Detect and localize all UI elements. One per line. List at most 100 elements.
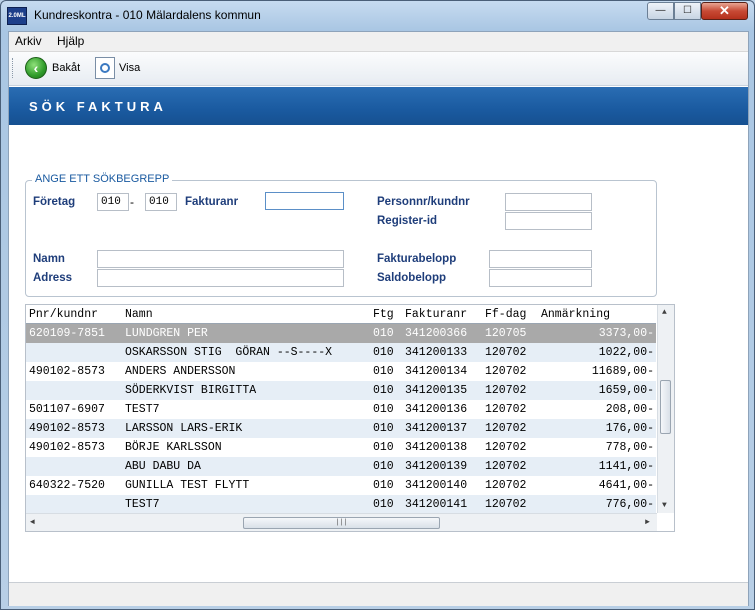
cell-due-date: 120702 — [485, 365, 527, 378]
cell-due-date: 120702 — [485, 498, 527, 511]
table-row[interactable]: ABU DABU DA 010 341200139 120702 1141,00- — [26, 457, 656, 476]
scroll-right-icon[interactable]: ► — [645, 518, 650, 527]
register-id-input[interactable] — [505, 212, 592, 230]
scroll-up-icon[interactable]: ▲ — [662, 308, 667, 317]
table-row[interactable]: 490102-8573 BÖRJE KARLSSON 010 341200138 120… — [26, 438, 656, 457]
name-input[interactable] — [97, 250, 344, 268]
company-from-input[interactable]: 010 — [97, 193, 129, 211]
table-row[interactable]: 490102-8573 ANDERS ANDERSSON 010 341200134 1… — [26, 362, 656, 381]
cell-company: 010 — [373, 346, 394, 359]
cell-due-date: 120705 — [485, 327, 527, 340]
cell-name: LARSSON LARS-ERIK — [125, 422, 243, 435]
results-table: Pnr/kundnr Namn Ftg Fakturanr Ff-dag Anm… — [25, 304, 675, 532]
view-button[interactable]: Visa — [95, 57, 145, 79]
cell-due-date: 120702 — [485, 479, 527, 492]
cell-company: 010 — [373, 365, 394, 378]
cell-invoice: 341200141 — [405, 498, 468, 511]
table-header: Pnr/kundnr Namn Ftg Fakturanr Ff-dag Anm… — [26, 305, 656, 324]
back-button-label: Bakåt — [52, 62, 81, 74]
back-button[interactable]: ‹ Bakåt — [25, 57, 85, 79]
personnr-input[interactable] — [505, 193, 592, 211]
horizontal-scroll-thumb[interactable]: ||| — [243, 517, 440, 529]
cell-name: BÖRJE KARLSSON — [125, 441, 222, 454]
menu-hjalp[interactable]: Hjälp — [57, 34, 84, 48]
app-icon: 2.0ML — [7, 7, 27, 25]
cell-invoice: 341200366 — [405, 327, 468, 340]
cell-pnr: 640322-7520 — [29, 479, 105, 492]
cell-remark: 778,00- — [605, 441, 654, 454]
table-row[interactable]: OSKARSSON STIG GÖRAN --S----X 010 34120013… — [26, 343, 656, 362]
table-row[interactable]: 501107-6907 TEST7 010 341200136 120702 208,00… — [26, 400, 656, 419]
column-header-invoice[interactable]: Fakturanr — [405, 308, 467, 321]
application-window: 2.0ML Kundreskontra - 010 Mälardalens ko… — [0, 0, 755, 610]
cell-remark: 4641,00- — [598, 479, 654, 492]
cell-pnr: 490102-8573 — [29, 441, 105, 454]
cell-pnr: 490102-8573 — [29, 365, 105, 378]
invoice-number-input[interactable] — [265, 192, 344, 210]
column-header-company[interactable]: Ftg — [373, 308, 394, 321]
minimize-button[interactable]: — — [647, 2, 674, 20]
cell-name: OSKARSSON STIG GÖRAN --S----X — [125, 346, 333, 359]
register-id-label: Register-id — [377, 215, 438, 227]
cell-due-date: 120702 — [485, 441, 527, 454]
cell-invoice: 341200140 — [405, 479, 468, 492]
cell-remark: 1022,00- — [598, 346, 654, 359]
invoice-amount-label: Fakturabelopp — [377, 253, 457, 265]
cell-invoice: 341200133 — [405, 346, 468, 359]
menu-arkiv[interactable]: Arkiv — [15, 34, 42, 48]
maximize-button[interactable]: ☐ — [674, 2, 701, 20]
view-button-label: Visa — [119, 62, 141, 74]
status-bar — [9, 582, 748, 606]
invoice-amount-input[interactable] — [489, 250, 592, 268]
cell-name: ANDERS ANDERSSON — [125, 365, 236, 378]
column-header-pnr[interactable]: Pnr/kundnr — [29, 308, 98, 321]
magnifier-document-icon — [95, 57, 115, 79]
cell-company: 010 — [373, 384, 394, 397]
cell-due-date: 120702 — [485, 346, 527, 359]
column-header-remark[interactable]: Anmärkning — [541, 308, 610, 321]
cell-invoice: 341200138 — [405, 441, 468, 454]
cell-company: 010 — [373, 422, 394, 435]
page-title: SÖK FAKTURA — [29, 99, 167, 114]
cell-remark: 1659,00- — [598, 384, 654, 397]
scroll-left-icon[interactable]: ◄ — [30, 518, 35, 527]
menu-bar: Arkiv Hjälp — [9, 32, 748, 52]
scroll-down-icon[interactable]: ▼ — [662, 501, 667, 510]
client-area: Arkiv Hjälp ‹ Bakåt Visa SÖK FAKTURA ANG… — [8, 31, 749, 606]
cell-invoice: 341200136 — [405, 403, 468, 416]
cell-due-date: 120702 — [485, 422, 527, 435]
column-header-name[interactable]: Namn — [125, 308, 153, 321]
cell-pnr: 490102-8573 — [29, 422, 105, 435]
vertical-scroll-thumb[interactable] — [660, 380, 671, 434]
company-range-dash: - — [130, 195, 134, 209]
arrow-left-icon: ‹ — [25, 57, 47, 79]
cell-pnr: 501107-6907 — [29, 403, 105, 416]
company-label: Företag — [33, 196, 76, 208]
name-label: Namn — [33, 253, 65, 265]
table-row[interactable]: 620109-7851 LUNDGREN PER 010 341200366 12070… — [26, 324, 656, 343]
window-title: Kundreskontra - 010 Mälardalens kommun — [34, 8, 261, 22]
balance-amount-input[interactable] — [489, 269, 592, 287]
close-button[interactable]: ✕ — [701, 2, 748, 20]
table-row[interactable]: TEST7 010 341200141 120702 776,00- — [26, 495, 656, 514]
cell-name: ABU DABU DA — [125, 460, 201, 473]
table-row[interactable]: 490102-8573 LARSSON LARS-ERIK 010 341200137… — [26, 419, 656, 438]
title-bar[interactable]: 2.0ML Kundreskontra - 010 Mälardalens ko… — [1, 1, 754, 29]
column-header-due-date[interactable]: Ff-dag — [485, 308, 526, 321]
cell-name: SÖDERKVIST BIRGITTA — [125, 384, 257, 397]
toolbar-grip[interactable] — [12, 58, 16, 78]
vertical-scrollbar[interactable]: ▲ ▼ — [657, 305, 674, 513]
invoice-number-label: Fakturanr — [185, 196, 239, 208]
cell-due-date: 120702 — [485, 384, 527, 397]
cell-due-date: 120702 — [485, 460, 527, 473]
address-input[interactable] — [97, 269, 344, 287]
table-row[interactable]: 640322-7520 GUNILLA TEST FLYTT 010 34120014… — [26, 476, 656, 495]
horizontal-scrollbar[interactable]: ◄ ||| ► — [26, 513, 657, 531]
company-to-input[interactable]: 010 — [145, 193, 177, 211]
cell-remark: 11689,00- — [591, 365, 654, 378]
cell-company: 010 — [373, 460, 394, 473]
toolbar: ‹ Bakåt Visa — [9, 52, 748, 86]
cell-name: LUNDGREN PER — [125, 327, 208, 340]
table-row[interactable]: SÖDERKVIST BIRGITTA 010 341200135 120702 165… — [26, 381, 656, 400]
cell-company: 010 — [373, 498, 394, 511]
